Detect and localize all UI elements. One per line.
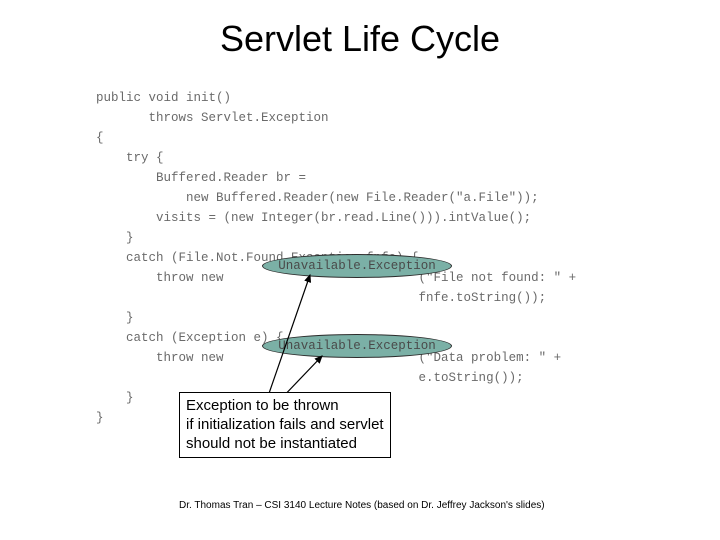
highlight-ellipse-1: Unavailable.Exception xyxy=(262,254,452,278)
code-line: fnfe.toString()); xyxy=(96,291,546,305)
caption-line: if initialization fails and servlet xyxy=(186,415,384,434)
ellipse-label: Unavailable.Exception xyxy=(278,339,436,353)
code-line: { xyxy=(96,131,104,145)
ellipse-label: Unavailable.Exception xyxy=(278,259,436,273)
code-line: } xyxy=(96,411,104,425)
code-line: Buffered.Reader br = xyxy=(96,171,306,185)
code-line: } xyxy=(96,231,134,245)
code-line: throws Servlet.Exception xyxy=(96,111,329,125)
code-line: new Buffered.Reader(new File.Reader("a.F… xyxy=(96,191,539,205)
highlight-ellipse-2: Unavailable.Exception xyxy=(262,334,452,358)
slide-footer: Dr. Thomas Tran – CSI 3140 Lecture Notes… xyxy=(179,500,545,511)
caption-box: Exception to be thrown if initialization… xyxy=(179,392,391,458)
code-line: visits = (new Integer(br.read.Line())).i… xyxy=(96,211,531,225)
code-line: } xyxy=(96,311,134,325)
slide-title: Servlet Life Cycle xyxy=(0,18,720,60)
caption-line: Exception to be thrown xyxy=(186,396,384,415)
code-line: try { xyxy=(96,151,164,165)
code-line: } xyxy=(96,391,134,405)
code-line: e.toString()); xyxy=(96,371,524,385)
caption-line: should not be instantiated xyxy=(186,434,384,453)
code-line: public void init() xyxy=(96,91,231,105)
code-line: catch (Exception e) { xyxy=(96,331,284,345)
